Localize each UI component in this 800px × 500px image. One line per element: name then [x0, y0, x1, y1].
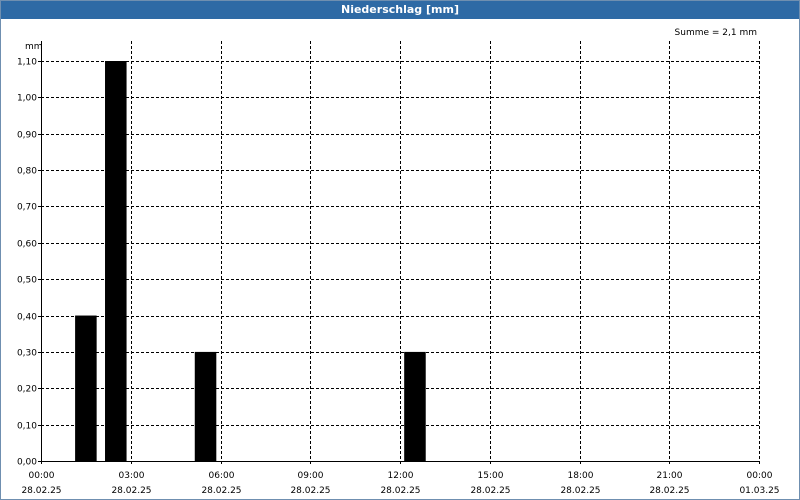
- x-tick-date: 28.02.25: [560, 486, 600, 496]
- y-tick-label: 0,90: [17, 131, 37, 141]
- y-tick-label: 0,60: [17, 240, 37, 250]
- bar: [75, 315, 97, 461]
- sum-label: Summe = 2,1 mm: [675, 28, 757, 38]
- x-tick-time: 09:00: [298, 471, 324, 481]
- y-tick-label: 1,10: [17, 58, 37, 68]
- x-tick-time: 06:00: [209, 471, 235, 481]
- x-tick-time: 00:00: [747, 471, 773, 481]
- y-tick-label: 0,40: [17, 313, 37, 323]
- x-tick-time: 00:00: [29, 471, 55, 481]
- x-tick-date: 28.02.25: [201, 486, 241, 496]
- precipitation-chart: mm Summe = 2,1 mm 0,000,100,200,300,400,…: [17, 28, 780, 496]
- bar: [105, 61, 127, 461]
- grid-lines: [41, 41, 760, 461]
- x-tick-time: 03:00: [119, 471, 145, 481]
- y-tick-label: 0,80: [17, 167, 37, 177]
- y-unit-label: mm: [25, 42, 43, 52]
- y-tick-label: 0,30: [17, 349, 37, 359]
- bars: [75, 61, 426, 461]
- x-tick-date: 28.02.25: [380, 486, 420, 496]
- x-tick-time: 18:00: [568, 471, 594, 481]
- y-tick-label: 0,00: [17, 458, 37, 468]
- chart-window: Niederschlag [mm] mm Summe = 2,1 mm 0,00…: [0, 0, 800, 500]
- x-tick-date: 01.03.25: [739, 486, 779, 496]
- bar: [404, 351, 426, 461]
- y-tick-labels: 0,00 0,10 0,20 0,30 0,40 0,50 0,60 0,70 0,80 0,90…: [17, 58, 37, 468]
- y-tick-label: 0,10: [17, 422, 37, 432]
- x-tick-time: 12:00: [388, 471, 414, 481]
- y-tick-label: 0,50: [17, 276, 37, 286]
- x-tick-date: 28.02.25: [470, 486, 510, 496]
- x-tick-date: 28.02.25: [21, 486, 61, 496]
- x-tick-date: 28.02.25: [649, 486, 689, 496]
- y-tick-label: 0,20: [17, 385, 37, 395]
- x-tick-time: 15:00: [478, 471, 504, 481]
- axes: [38, 41, 760, 464]
- bar: [194, 351, 217, 461]
- x-tick-date: 28.02.25: [290, 486, 330, 496]
- x-tick-date: 28.02.25: [111, 486, 151, 496]
- x-tick-time: 21:00: [657, 471, 683, 481]
- y-tick-label: 0,70: [17, 203, 37, 213]
- y-tick-label: 1,00: [17, 94, 37, 104]
- x-tick-labels: 00:00 28.02.25 03:00 28.02.25 06:00 28.02.25 0…: [21, 471, 779, 496]
